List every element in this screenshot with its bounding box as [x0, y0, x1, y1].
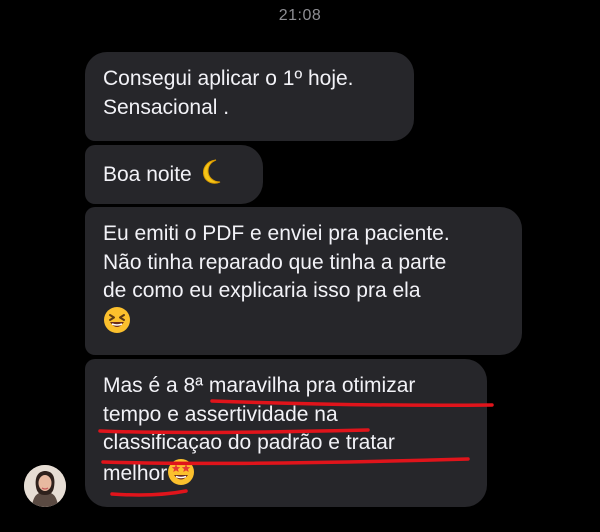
message-bubble-4[interactable]: Mas é a 8ª maravilha pra otimizar tempo … [85, 359, 487, 507]
message-1-line-1: Consegui aplicar o 1º hoje. [103, 67, 354, 90]
crescent-moon-icon [196, 158, 226, 186]
message-timestamp: 21:08 [278, 7, 322, 24]
message-4-line-2: tempo e assertividade na [103, 402, 338, 426]
message-bubble-3[interactable]: Eu emiti o PDF e enviei pra paciente. Nã… [85, 207, 522, 355]
message-bubble-2[interactable]: Boa noite [85, 145, 263, 204]
contact-avatar[interactable] [24, 465, 66, 507]
message-3-line-2: Não tinha reparado que tinha a parte [103, 250, 447, 274]
message-2-line-1: Boa noite [103, 158, 247, 190]
message-3-line-1: Eu emiti o PDF e enviei pra paciente. [103, 222, 450, 245]
message-4-line-4: melhor [103, 458, 471, 489]
person-photo-icon [24, 465, 66, 507]
message-2-text: Boa noite [103, 163, 192, 186]
star-struck-face-icon [167, 458, 195, 486]
message-4-line-1: Mas é a 8ª maravilha pra otimizar [103, 374, 416, 397]
message-4-line-3: classificaçao do padrão e tratar [103, 431, 395, 454]
message-4-text-end: melhor [103, 461, 168, 485]
message-1-line-2: Sensacional . [103, 95, 230, 119]
message-bubble-1[interactable]: Consegui aplicar o 1º hoje. Sensacional … [85, 52, 414, 141]
laughing-face-icon [103, 306, 131, 334]
message-3-line-3: de como eu explicaria isso pra ela [103, 279, 421, 302]
message-3-line-4 [103, 306, 506, 337]
chat-screen: 21:08 Consegui aplicar o 1º hoje. Sensac… [0, 0, 600, 532]
